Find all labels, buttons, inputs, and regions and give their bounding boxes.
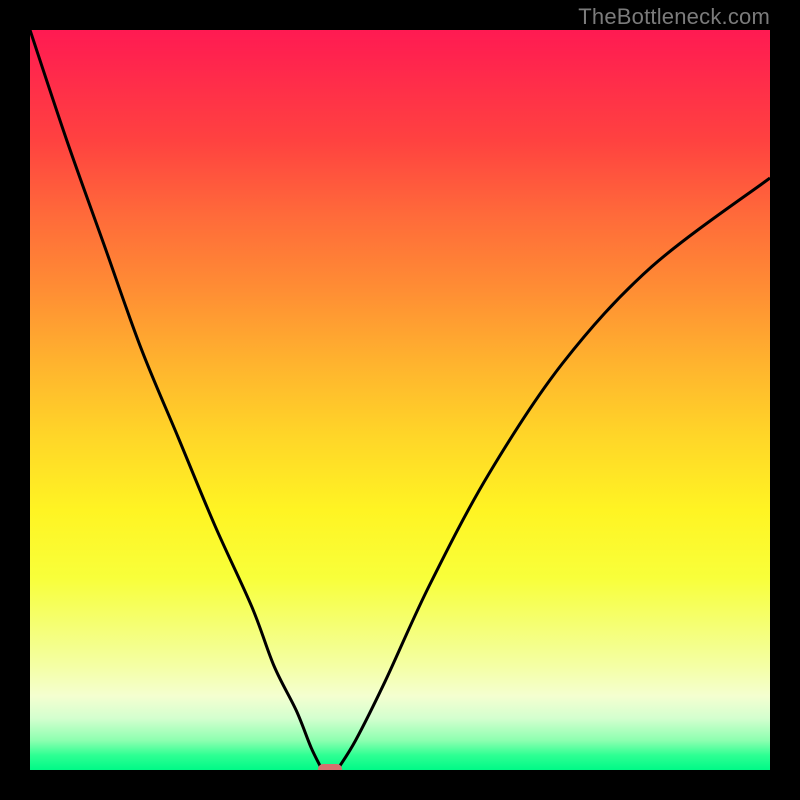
chart-area [30,30,770,770]
bottleneck-marker [318,764,342,770]
watermark-text: TheBottleneck.com [578,4,770,30]
bottleneck-curve [30,30,770,770]
curve-left-branch [30,30,322,770]
curve-right-branch [337,178,770,770]
